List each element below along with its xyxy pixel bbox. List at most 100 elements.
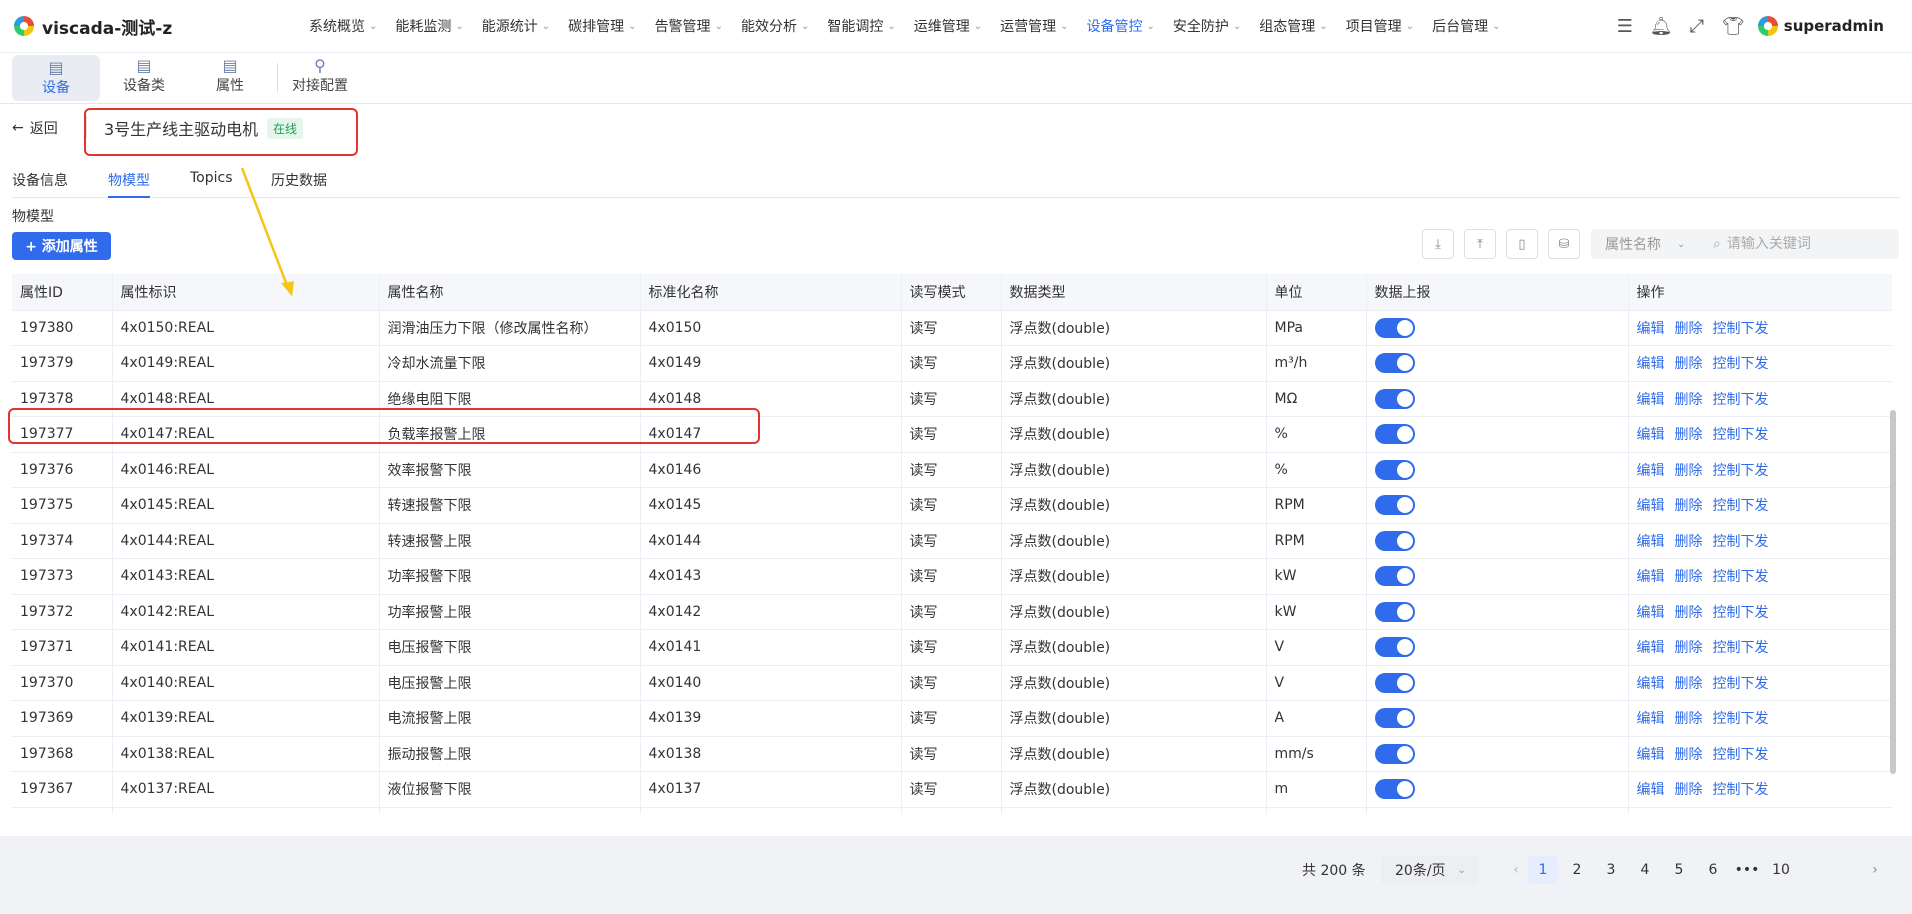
delete-link[interactable]: 删除 xyxy=(1675,392,1703,408)
download-icon[interactable]: ⤓ xyxy=(1422,229,1454,259)
edit-link[interactable]: 编辑 xyxy=(1637,321,1665,337)
nav-item[interactable]: 组态管理 ⌄ xyxy=(1250,16,1336,36)
table-scrollbar[interactable] xyxy=(1890,410,1896,774)
report-toggle[interactable] xyxy=(1374,353,1415,374)
page-ellipsis[interactable]: ••• xyxy=(1732,856,1762,884)
edit-link[interactable]: 编辑 xyxy=(1637,676,1665,692)
control-issue-link[interactable]: 控制下发 xyxy=(1713,392,1769,408)
page-button[interactable]: 6 xyxy=(1698,856,1728,884)
control-issue-link[interactable]: 控制下发 xyxy=(1713,321,1769,337)
tab-device-info[interactable]: 设备信息 xyxy=(12,170,68,190)
nav-item[interactable]: 碳排管理 ⌄ xyxy=(559,16,645,36)
control-issue-link[interactable]: 控制下发 xyxy=(1713,463,1769,479)
search-input[interactable] xyxy=(1726,236,1887,252)
page-button[interactable]: 2 xyxy=(1562,856,1592,884)
control-issue-link[interactable]: 控制下发 xyxy=(1713,782,1769,798)
nav-item[interactable]: 智能调控 ⌄ xyxy=(818,16,904,36)
edit-link[interactable]: 编辑 xyxy=(1637,782,1665,798)
page-button[interactable]: 10 xyxy=(1766,856,1796,884)
delete-link[interactable]: 删除 xyxy=(1675,498,1703,514)
report-toggle[interactable] xyxy=(1374,459,1415,480)
delete-link[interactable]: 删除 xyxy=(1675,747,1703,763)
document-icon[interactable]: ▯ xyxy=(1506,229,1538,259)
edit-link[interactable]: 编辑 xyxy=(1637,392,1665,408)
report-toggle[interactable] xyxy=(1374,601,1415,622)
control-issue-link[interactable]: 控制下发 xyxy=(1713,569,1769,585)
page-size-select[interactable]: 20条/页 ⌄ xyxy=(1381,856,1479,884)
nav-item[interactable]: 项目管理 ⌄ xyxy=(1337,16,1423,36)
delete-link[interactable]: 删除 xyxy=(1675,569,1703,585)
delete-link[interactable]: 删除 xyxy=(1675,640,1703,656)
edit-link[interactable]: 编辑 xyxy=(1637,569,1665,585)
delete-link[interactable]: 删除 xyxy=(1675,427,1703,443)
subtab-integration[interactable]: ⚲ 对接配置 xyxy=(288,53,352,99)
control-issue-link[interactable]: 控制下发 xyxy=(1713,427,1769,443)
report-toggle[interactable] xyxy=(1374,637,1415,658)
report-toggle[interactable] xyxy=(1374,495,1415,516)
delete-link[interactable]: 删除 xyxy=(1675,711,1703,727)
delete-link[interactable]: 删除 xyxy=(1675,782,1703,798)
tab-thing-model[interactable]: 物模型 xyxy=(108,170,150,190)
subtab-device[interactable]: ▤ 设备 xyxy=(12,55,100,101)
delete-link[interactable]: 删除 xyxy=(1675,356,1703,372)
bell-icon[interactable]: 🔔︎ xyxy=(1650,16,1673,37)
edit-link[interactable]: 编辑 xyxy=(1637,711,1665,727)
shirt-icon[interactable]: 👕︎ xyxy=(1722,16,1745,37)
control-issue-link[interactable]: 控制下发 xyxy=(1713,711,1769,727)
user-menu[interactable]: superadmin xyxy=(1757,16,1884,36)
page-button[interactable]: 1 xyxy=(1528,856,1558,884)
edit-link[interactable]: 编辑 xyxy=(1637,356,1665,372)
delete-link[interactable]: 删除 xyxy=(1675,534,1703,550)
edit-link[interactable]: 编辑 xyxy=(1637,747,1665,763)
control-issue-link[interactable]: 控制下发 xyxy=(1713,498,1769,514)
report-toggle[interactable] xyxy=(1374,779,1415,800)
page-button[interactable]: 4 xyxy=(1630,856,1660,884)
tab-topics[interactable]: Topics xyxy=(190,170,233,186)
report-toggle[interactable] xyxy=(1374,672,1415,693)
edit-link[interactable]: 编辑 xyxy=(1637,498,1665,514)
list-icon[interactable]: ☰ xyxy=(1614,16,1636,37)
next-page-button[interactable]: › xyxy=(1860,856,1890,884)
upload-icon[interactable]: ⤒ xyxy=(1464,229,1496,259)
database-icon[interactable]: ⛁ xyxy=(1548,229,1580,259)
page-button[interactable]: 3 xyxy=(1596,856,1626,884)
delete-link[interactable]: 删除 xyxy=(1675,605,1703,621)
add-attribute-button[interactable]: + 添加属性 xyxy=(12,232,111,260)
nav-item[interactable]: 能源统计 ⌄ xyxy=(473,16,559,36)
control-issue-link[interactable]: 控制下发 xyxy=(1713,605,1769,621)
control-issue-link[interactable]: 控制下发 xyxy=(1713,640,1769,656)
subtab-attribute[interactable]: ▤ 属性 xyxy=(198,53,262,99)
nav-item[interactable]: 告警管理 ⌄ xyxy=(646,16,732,36)
report-toggle[interactable] xyxy=(1374,388,1415,409)
control-issue-link[interactable]: 控制下发 xyxy=(1713,356,1769,372)
delete-link[interactable]: 删除 xyxy=(1675,321,1703,337)
edit-link[interactable]: 编辑 xyxy=(1637,534,1665,550)
edit-link[interactable]: 编辑 xyxy=(1637,605,1665,621)
nav-item[interactable]: 后台管理 ⌄ xyxy=(1423,16,1509,36)
report-toggle[interactable] xyxy=(1374,424,1415,445)
edit-link[interactable]: 编辑 xyxy=(1637,463,1665,479)
app-logo[interactable]: viscada-测试-z xyxy=(0,14,300,39)
fullscreen-icon[interactable]: ⤢ xyxy=(1686,16,1708,37)
prev-page-button[interactable]: ‹ xyxy=(1501,856,1531,884)
edit-link[interactable]: 编辑 xyxy=(1637,427,1665,443)
nav-item[interactable]: 运维管理 ⌄ xyxy=(905,16,991,36)
subtab-device-class[interactable]: ▤ 设备类 xyxy=(112,53,176,99)
control-issue-link[interactable]: 控制下发 xyxy=(1713,676,1769,692)
nav-item[interactable]: 安全防护 ⌄ xyxy=(1164,16,1250,36)
nav-item[interactable]: 运营管理 ⌄ xyxy=(991,16,1077,36)
nav-item[interactable]: 系统概览 ⌄ xyxy=(300,16,386,36)
nav-item[interactable]: 能效分析 ⌄ xyxy=(732,16,818,36)
back-button[interactable]: ← 返回 xyxy=(12,118,58,138)
nav-item[interactable]: 设备管控 ⌄ xyxy=(1078,16,1164,36)
tab-history[interactable]: 历史数据 xyxy=(271,170,327,190)
control-issue-link[interactable]: 控制下发 xyxy=(1713,534,1769,550)
report-toggle[interactable] xyxy=(1374,317,1415,338)
delete-link[interactable]: 删除 xyxy=(1675,463,1703,479)
delete-link[interactable]: 删除 xyxy=(1675,676,1703,692)
report-toggle[interactable] xyxy=(1374,530,1415,551)
control-issue-link[interactable]: 控制下发 xyxy=(1713,747,1769,763)
report-toggle[interactable] xyxy=(1374,708,1415,729)
report-toggle[interactable] xyxy=(1374,743,1415,764)
nav-item[interactable]: 能耗监测 ⌄ xyxy=(386,16,472,36)
